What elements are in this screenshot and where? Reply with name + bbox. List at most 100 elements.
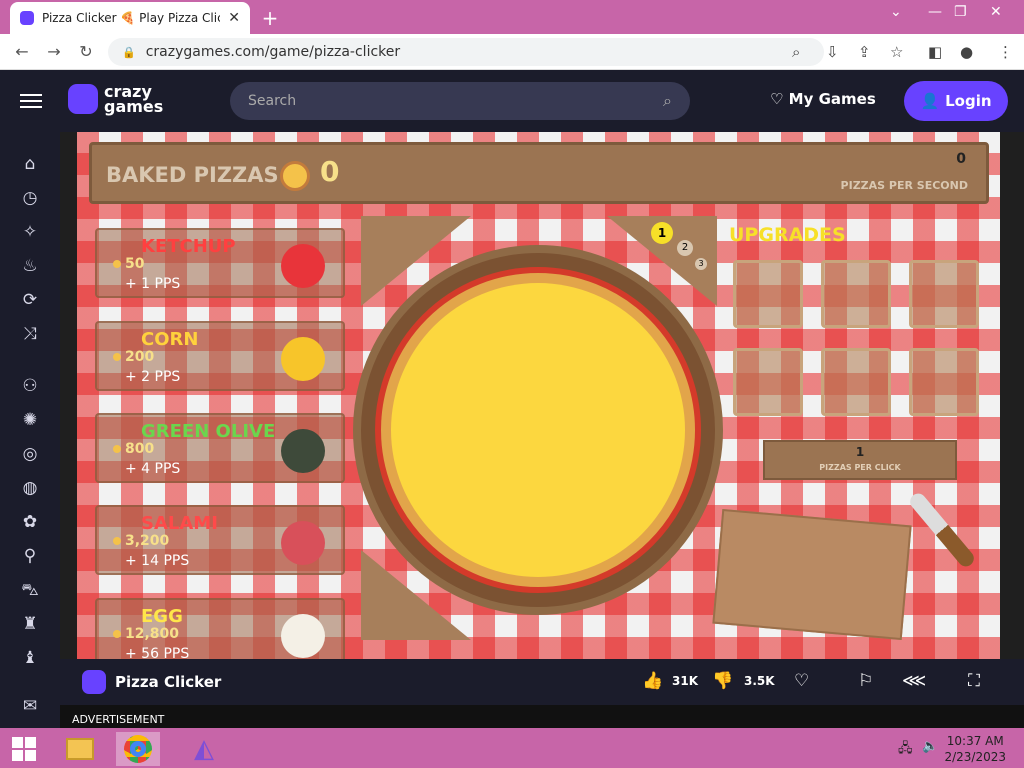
chrome-taskbar-icon[interactable]	[116, 732, 160, 766]
share-game-icon[interactable]: ⋘	[902, 671, 926, 691]
basketball-icon[interactable]: ◍	[18, 478, 42, 502]
adventure-icon[interactable]: ◎	[18, 444, 42, 468]
clicker-icon[interactable]: ♝	[18, 648, 42, 672]
network-icon[interactable]: 🖧	[898, 739, 913, 761]
system-clock[interactable]: 10:37 AM 2/23/2023	[944, 733, 1006, 765]
page-one-button[interactable]: 1	[651, 222, 673, 244]
bookmark-star-icon[interactable]: ☆	[890, 43, 903, 61]
ketchup-bottle-icon	[281, 244, 325, 288]
upgrade-slot-pizza-slice[interactable]	[909, 260, 979, 328]
ingredient-name: KETCHUP	[141, 236, 236, 257]
search-icon[interactable]: ⌕	[663, 91, 672, 111]
new-icon[interactable]: ✧	[18, 222, 42, 246]
salami-icon	[281, 521, 325, 565]
ingredient-price: 12,800	[125, 626, 180, 642]
report-icon[interactable]: ⚐	[858, 671, 873, 691]
ingredient-price: 50	[125, 256, 145, 272]
profile-icon[interactable]: ●	[960, 43, 973, 61]
multiplayer-icon[interactable]: ⚇	[18, 376, 42, 400]
search-placeholder: Search	[248, 93, 297, 109]
new-tab-button[interactable]: +	[260, 6, 280, 30]
minimize-button[interactable]: —	[928, 4, 942, 20]
browser-tab-strip: Pizza Clicker 🍕 Play Pizza Clicker ✕ + ⌄…	[0, 0, 1024, 34]
car-icon[interactable]: ⛍	[18, 580, 42, 604]
mail-icon[interactable]: ✉	[18, 696, 42, 720]
pizza-coin-icon	[280, 161, 310, 191]
back-icon[interactable]: ←	[12, 42, 32, 61]
windows-taskbar: ◭ 🖧 🔈 10:37 AM 2/23/2023	[0, 728, 1024, 768]
forward-icon[interactable]: →	[44, 42, 64, 61]
page-three-button[interactable]: 3	[695, 258, 707, 270]
recent-icon[interactable]: ◷	[18, 188, 42, 212]
reload-icon[interactable]: ↻	[76, 42, 96, 61]
crazygames-logo[interactable]: crazy games	[68, 84, 163, 115]
action-icon[interactable]: ✺	[18, 410, 42, 434]
like-icon[interactable]: 👍	[642, 671, 663, 691]
ingredient-price: 200	[125, 349, 155, 365]
updated-icon[interactable]: ⟳	[18, 290, 42, 314]
knife-icon	[906, 490, 978, 570]
ingredient-corn[interactable]: CORN 200 + 2 PPS	[95, 321, 345, 391]
ingredient-salami[interactable]: SALAMI 3,200 + 14 PPS	[95, 505, 345, 575]
ingredient-ketchup[interactable]: KETCHUP 50 + 1 PPS	[95, 228, 345, 298]
upgrade-slot-cat[interactable]	[821, 260, 891, 328]
file-explorer-icon[interactable]	[58, 732, 102, 766]
ingredient-price: 800	[125, 441, 155, 457]
tab-search-chevron-icon[interactable]: ⌄	[890, 4, 902, 20]
menu-dots-icon[interactable]: ⋮	[998, 43, 1013, 61]
favorite-heart-icon[interactable]: ♡	[794, 671, 809, 691]
zoom-search-icon[interactable]: ⌕	[792, 43, 800, 61]
pizzas-per-click-value: 1	[855, 445, 865, 459]
my-games-button[interactable]: ♡ My Games	[770, 90, 876, 108]
side-panel-icon[interactable]: ◧	[928, 43, 942, 61]
bike-icon[interactable]: ⚲	[18, 546, 42, 570]
favicon-icon	[20, 11, 34, 25]
upgrade-slot-explosion[interactable]	[909, 348, 979, 416]
url-text: crazygames.com/game/pizza-clicker	[145, 44, 401, 60]
game-canvas[interactable]: BAKED PIZZAS 0 0 PIZZAS PER SECOND KETCH…	[77, 132, 1000, 659]
pizza-crust[interactable]	[375, 267, 701, 593]
upgrade-slot-pepperoni[interactable]	[733, 348, 803, 416]
search-input[interactable]: Search ⌕	[230, 82, 690, 120]
share-icon[interactable]: ⇪	[858, 43, 871, 61]
casual-icon[interactable]: ♜	[18, 614, 42, 638]
upgrade-slot-ketchup[interactable]	[733, 260, 803, 328]
page-two-button[interactable]: 2	[677, 240, 693, 256]
visual-studio-icon[interactable]: ◭	[182, 732, 226, 766]
volume-icon[interactable]: 🔈	[922, 739, 938, 754]
olive-icon	[281, 429, 325, 473]
dislike-icon[interactable]: 👎	[712, 671, 733, 691]
close-window-button[interactable]: ✕	[990, 4, 1002, 20]
coin-icon	[113, 537, 121, 545]
baked-pizzas-label: BAKED PIZZAS	[106, 163, 279, 187]
restore-button[interactable]: ❐	[954, 4, 967, 20]
upgrade-slot-book[interactable]	[821, 348, 891, 416]
clock-date: 2/23/2023	[944, 750, 1006, 764]
login-label: Login	[945, 92, 992, 110]
ingredient-green-olive[interactable]: GREEN OLIVE 800 + 4 PPS	[95, 413, 345, 483]
upgrades-heading: UPGRADES	[729, 224, 846, 246]
pizza-tray[interactable]	[353, 245, 723, 615]
ingredient-name: SALAMI	[141, 513, 218, 534]
url-field[interactable]: 🔒 crazygames.com/game/pizza-clicker	[108, 38, 824, 66]
fullscreen-icon[interactable]: ⛶	[968, 671, 980, 691]
ingredient-egg[interactable]: EGG 12,800 + 56 PPS	[95, 598, 345, 659]
beauty-icon[interactable]: ✿	[18, 512, 42, 536]
pizza-click-target[interactable]	[391, 283, 685, 577]
install-icon[interactable]: ⇩	[826, 43, 839, 61]
login-button[interactable]: 👤 Login	[904, 81, 1008, 121]
ingredient-name: CORN	[141, 329, 199, 350]
home-icon[interactable]: ⌂	[18, 154, 42, 178]
address-bar-row: ← → ↻ 🔒 crazygames.com/game/pizza-clicke…	[0, 34, 1024, 70]
like-count: 31K	[672, 674, 698, 688]
trending-icon[interactable]: ♨	[18, 256, 42, 280]
close-tab-icon[interactable]: ✕	[228, 10, 240, 26]
hamburger-menu-icon[interactable]	[20, 90, 42, 112]
coin-icon	[113, 630, 121, 638]
category-sidebar: ⌂ ◷ ✧ ♨ ⟳ ⤨ ⚇ ✺ ◎ ◍ ✿ ⚲ ⛍ ♜ ♝ ✉	[0, 132, 60, 728]
start-button-icon[interactable]	[12, 737, 36, 761]
random-icon[interactable]: ⤨	[18, 324, 42, 348]
browser-tab[interactable]: Pizza Clicker 🍕 Play Pizza Clicker ✕	[10, 2, 250, 34]
my-games-label: My Games	[788, 90, 876, 108]
ingredient-name: EGG	[141, 606, 183, 627]
